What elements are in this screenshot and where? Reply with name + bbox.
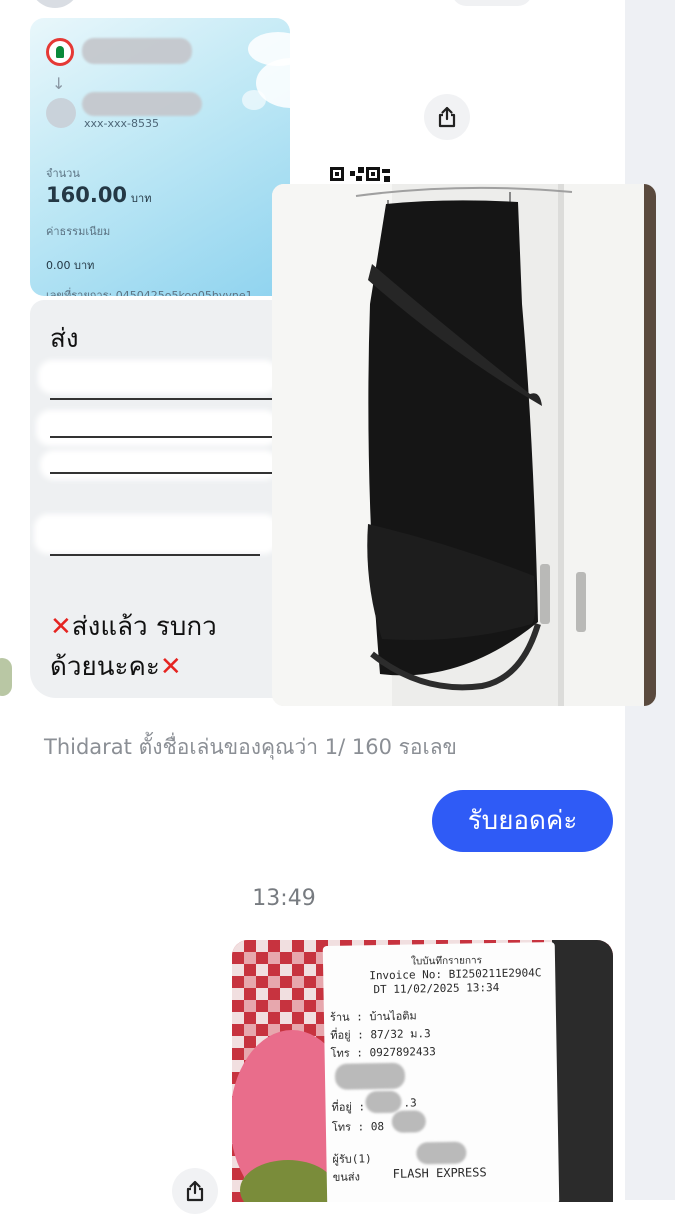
invoice-number: Invoice No: BI250211E2904C xyxy=(369,966,542,983)
redacted-text xyxy=(416,1141,467,1165)
amount-label: จำนวน xyxy=(46,167,80,180)
redacted-text xyxy=(38,360,278,394)
receipt-photo[interactable]: ใบบันทึกรายการ Invoice No: BI250211E2904… xyxy=(232,940,613,1202)
redacted-text xyxy=(40,450,278,480)
redacted-text xyxy=(334,1062,406,1090)
shop-name: ร้าน : บ้านไอติม xyxy=(329,1009,417,1024)
skirt-product-photo[interactable] xyxy=(272,184,656,706)
fee-value: 0.00 บาท xyxy=(46,259,95,272)
redacted-text xyxy=(391,1110,426,1133)
recipient-count: ผู้รับ(1) xyxy=(332,1152,372,1166)
bank-logo-icon xyxy=(46,38,74,66)
arrow-down-icon: ↓ xyxy=(52,74,66,93)
send-label: ส่ง xyxy=(50,324,79,354)
system-nickname-note: Thidarat ตั้งชื่อเล่นของคุณว่า 1/ 160 รอ… xyxy=(44,735,457,759)
promptpay-icon xyxy=(46,98,76,128)
receipt-datetime: DT 11/02/2025 13:34 xyxy=(373,980,500,997)
redacted-text xyxy=(36,410,278,446)
carrier-name: FLASH EXPRESS xyxy=(392,1165,487,1181)
reference-number: เลขที่รายการ: 0450425o5koo05hvvne1 xyxy=(46,289,253,296)
amount-value: 160.00 บาท xyxy=(46,183,152,207)
timestamp: 13:49 xyxy=(252,886,316,911)
skirt-image xyxy=(272,184,656,706)
sent-message-bubble[interactable]: รับยอดค่ะ xyxy=(432,790,613,852)
fee-label: ค่าธรรมเนียม xyxy=(46,225,111,238)
recipient-address-label: ที่อยู่ : xyxy=(331,1100,366,1114)
shop-address: ที่อยู่ : 87/32 ม.3 xyxy=(330,1027,431,1042)
text-underline xyxy=(50,436,278,438)
cloud-decoration xyxy=(242,90,266,110)
redacted-name xyxy=(82,92,202,116)
recipient-address-tail: .3 xyxy=(403,1096,417,1110)
text-underline xyxy=(50,554,260,556)
account-number: xxx-xxx-8535 xyxy=(84,117,159,130)
carrier-label: ขนส่ง xyxy=(332,1170,361,1184)
delivered-note: ✕ส่งแล้ว รบกว ด้วยนะคะ✕ xyxy=(50,612,217,682)
recipient-phone: โทร : 08 xyxy=(331,1120,385,1134)
share-icon xyxy=(438,106,456,128)
share-button[interactable] xyxy=(424,94,470,140)
share-icon xyxy=(186,1180,204,1202)
text-underline xyxy=(50,472,278,474)
receipt-paper: ใบบันทึกรายการ Invoice No: BI250211E2904… xyxy=(322,941,560,1202)
share-button[interactable] xyxy=(172,1168,218,1214)
shop-phone: โทร : 0927892433 xyxy=(330,1045,436,1060)
address-message-bubble[interactable]: ส่ง ✕ส่งแล้ว รบกว ด้วยนะคะ✕ xyxy=(30,300,278,698)
x-mark-icon: ✕ xyxy=(159,652,182,682)
redacted-text xyxy=(34,514,278,554)
text-underline xyxy=(50,398,278,400)
sender-avatar[interactable] xyxy=(0,658,12,696)
redacted-text xyxy=(365,1090,402,1114)
avatar[interactable] xyxy=(30,0,80,8)
transfer-slip-image[interactable]: ↓ xxx-xxx-8535 จำนวน 160.00 บาท ค่าธรรมเน… xyxy=(30,18,290,296)
message-bubble xyxy=(452,0,532,6)
redacted-name xyxy=(82,38,192,64)
x-mark-icon: ✕ xyxy=(50,612,72,642)
